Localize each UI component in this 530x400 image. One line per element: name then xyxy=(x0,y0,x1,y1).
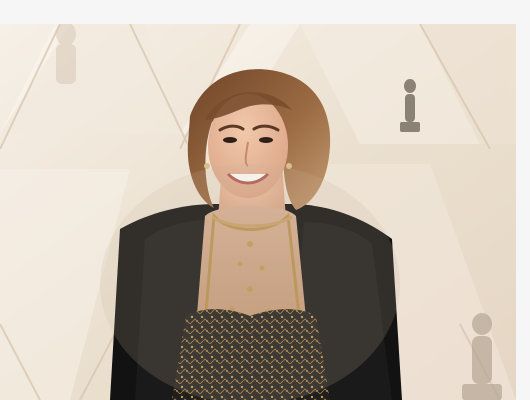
page xyxy=(0,0,530,400)
statuette-top-left xyxy=(56,24,76,84)
photo-illustration xyxy=(0,24,516,400)
earring-left xyxy=(204,163,210,169)
right-gutter xyxy=(516,0,530,400)
top-strip xyxy=(0,0,530,24)
red-carpet-photo xyxy=(0,24,516,400)
